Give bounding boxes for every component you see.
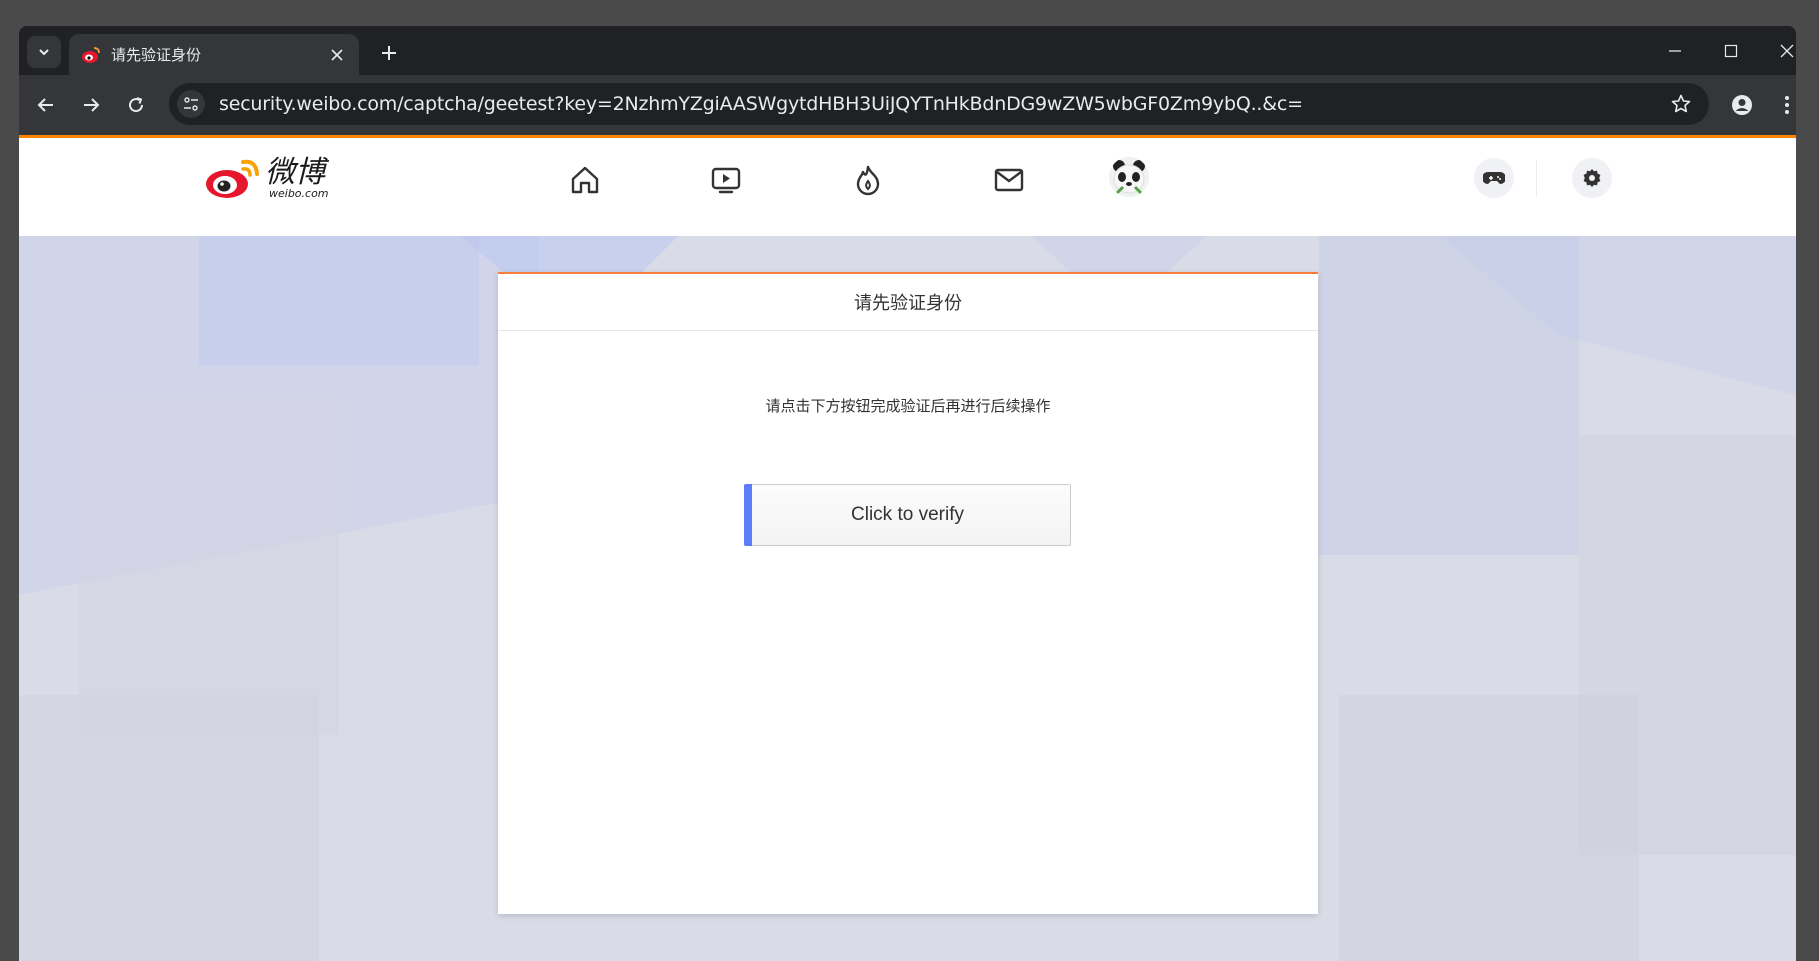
user-avatar[interactable] bbox=[1109, 157, 1149, 197]
reload-button[interactable] bbox=[118, 87, 154, 123]
new-tab-button[interactable] bbox=[374, 38, 404, 68]
game-icon[interactable] bbox=[1474, 158, 1514, 198]
video-icon[interactable] bbox=[702, 156, 750, 204]
close-icon[interactable] bbox=[327, 45, 347, 65]
maximize-button[interactable] bbox=[1709, 34, 1753, 68]
minimize-icon bbox=[1669, 50, 1681, 52]
chevron-down-icon bbox=[39, 49, 49, 56]
browser-window: 请先验证身份 security.weibo.com/captcha/geetes… bbox=[19, 26, 1796, 961]
bookmark-star-icon[interactable] bbox=[1663, 86, 1699, 122]
tab-title: 请先验证身份 bbox=[111, 46, 202, 64]
menu-button[interactable] bbox=[1769, 87, 1796, 123]
active-tab[interactable]: 请先验证身份 bbox=[69, 34, 359, 75]
dialog-title: 请先验证身份 bbox=[498, 274, 1318, 331]
window-close-button[interactable] bbox=[1765, 34, 1796, 68]
logo-domain-text: weibo.com bbox=[269, 186, 329, 200]
url-text: security.weibo.com/captcha/geetest?key=2… bbox=[219, 93, 1303, 115]
gear-icon[interactable] bbox=[1572, 158, 1612, 198]
home-icon[interactable] bbox=[561, 156, 609, 204]
maximize-icon bbox=[1724, 44, 1738, 58]
site-settings-icon[interactable] bbox=[177, 90, 205, 118]
verification-dialog: 请先验证身份 请点击下方按钮完成验证后再进行后续操作 Click to veri… bbox=[498, 272, 1318, 914]
header-divider bbox=[1536, 160, 1537, 196]
forward-arrow-icon bbox=[84, 98, 100, 112]
logo-chinese-text: 微博 bbox=[265, 154, 325, 190]
minimize-button[interactable] bbox=[1653, 34, 1697, 68]
click-to-verify-button[interactable]: Click to verify bbox=[744, 484, 1071, 546]
page-viewport: 微博 weibo.com 请先验证身份 请点击下方按钮完成验证后再进行后续操作 … bbox=[19, 135, 1796, 961]
profile-button[interactable] bbox=[1724, 87, 1760, 123]
browser-toolbar: security.weibo.com/captcha/geetest?key=2… bbox=[19, 75, 1796, 135]
reload-icon bbox=[129, 97, 144, 113]
dialog-hint-text: 请点击下方按钮完成验证后再进行后续操作 bbox=[765, 397, 1051, 415]
weibo-logo[interactable]: 微博 weibo.com bbox=[205, 156, 329, 200]
profile-icon bbox=[1732, 95, 1752, 115]
back-button[interactable] bbox=[28, 87, 64, 123]
site-header: 微博 weibo.com bbox=[19, 135, 1796, 236]
hot-icon[interactable] bbox=[844, 156, 892, 204]
forward-button[interactable] bbox=[73, 87, 109, 123]
back-arrow-icon bbox=[37, 98, 53, 112]
verify-button-label: Click to verify bbox=[851, 504, 964, 525]
tab-strip: 请先验证身份 bbox=[19, 26, 1796, 75]
kebab-menu-icon bbox=[1785, 96, 1789, 114]
verify-accent-bar bbox=[744, 484, 752, 546]
weibo-favicon-icon bbox=[81, 45, 101, 65]
plus-icon bbox=[382, 46, 396, 60]
weibo-eye-logo-icon bbox=[206, 159, 259, 198]
close-icon bbox=[1780, 44, 1794, 58]
address-bar[interactable]: security.weibo.com/captcha/geetest?key=2… bbox=[169, 83, 1709, 125]
message-icon[interactable] bbox=[985, 156, 1033, 204]
tab-search-button[interactable] bbox=[27, 36, 61, 68]
